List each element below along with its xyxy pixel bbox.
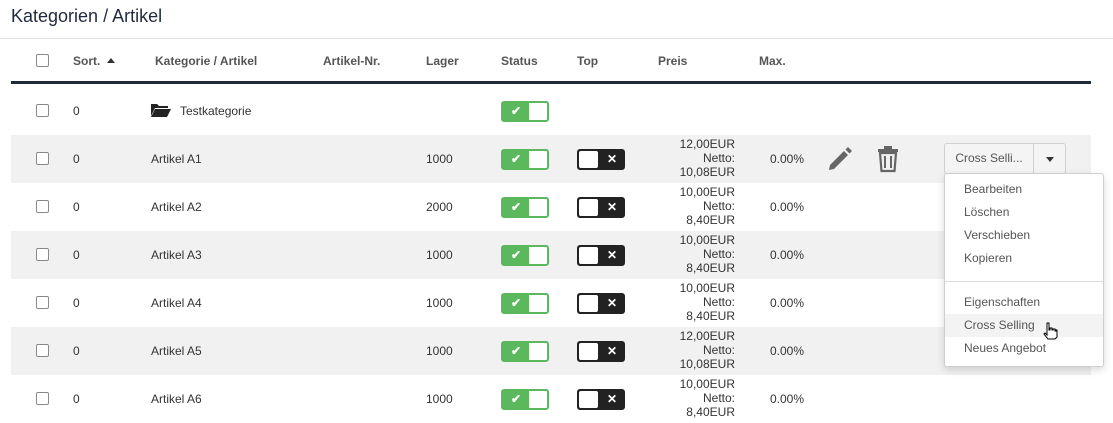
- check-icon: ✔: [503, 199, 529, 216]
- article-price: 10,00EUR Netto: 8,40EUR: [679, 377, 735, 419]
- row-sort: 0: [73, 296, 80, 310]
- article-price: 10,00EUR Netto: 8,40EUR: [679, 233, 735, 275]
- column-top: Top: [577, 54, 599, 68]
- check-icon: ✔: [503, 151, 529, 168]
- check-icon: ✔: [503, 343, 529, 360]
- row-checkbox[interactable]: [36, 344, 49, 357]
- row-checkbox[interactable]: [36, 200, 49, 213]
- menu-item-eigenschaften[interactable]: Eigenschaften: [945, 291, 1103, 314]
- check-icon: ✔: [503, 247, 529, 264]
- column-stock: Lager: [426, 54, 459, 68]
- row-sort: 0: [73, 152, 80, 166]
- row-sort: 0: [73, 248, 80, 262]
- article-name[interactable]: Artikel A1: [151, 152, 202, 166]
- article-stock: 1000: [426, 296, 453, 310]
- article-stock: 1000: [426, 344, 453, 358]
- cross-selling-button-group: Cross Selli...: [944, 143, 1067, 174]
- status-toggle[interactable]: ✔: [501, 149, 549, 170]
- table-row: 0 Artikel A4 1000 ✔ ✕ 10,00EUR Netto: 8,40…: [11, 279, 1091, 327]
- article-max: 0.00%: [770, 344, 805, 358]
- check-icon: ✔: [503, 295, 529, 312]
- article-price: 10,00EUR Netto: 8,40EUR: [679, 281, 735, 323]
- folder-open-icon: [151, 104, 171, 117]
- article-name[interactable]: Artikel A3: [151, 248, 202, 262]
- menu-item-neues-angebot[interactable]: Neues Angebot: [945, 337, 1103, 360]
- column-status: Status: [501, 54, 538, 68]
- menu-item-kopieren[interactable]: Kopieren: [945, 247, 1103, 270]
- article-stock: 1000: [426, 152, 453, 166]
- check-icon: ✔: [503, 391, 529, 408]
- category-row: 0 Testkategorie ✔: [11, 87, 1091, 135]
- check-icon: ✔: [503, 103, 529, 120]
- column-price: Preis: [658, 54, 688, 68]
- column-sort[interactable]: Sort.: [73, 54, 100, 68]
- table-row: 0 Artikel A2 2000 ✔ ✕ 10,00EUR Netto: 8,40…: [11, 183, 1091, 231]
- menu-item-bearbeiten[interactable]: Bearbeiten: [945, 178, 1103, 201]
- chevron-down-icon[interactable]: [1033, 143, 1066, 174]
- article-price: 12,00EUR Netto: 10,08EUR: [679, 137, 735, 179]
- article-price: 12,00EUR Netto: 10,08EUR: [679, 329, 735, 371]
- column-max: Max.: [759, 54, 786, 68]
- row-checkbox[interactable]: [36, 152, 49, 165]
- article-max: 0.00%: [770, 152, 805, 166]
- menu-item-loeschen[interactable]: Löschen: [945, 201, 1103, 224]
- row-checkbox[interactable]: [36, 392, 49, 405]
- article-price: 10,00EUR Netto: 8,40EUR: [679, 185, 735, 227]
- status-toggle[interactable]: ✔: [501, 293, 549, 314]
- title-divider: [0, 38, 1113, 39]
- row-checkbox[interactable]: [36, 104, 49, 117]
- menu-item-verschieben[interactable]: Verschieben: [945, 224, 1103, 247]
- row-sort: 0: [73, 392, 80, 406]
- hand-pointer-icon: [1043, 322, 1058, 340]
- table-row: 0 Artikel A5 1000 ✔ ✕ 12,00EUR Netto: 10,0…: [11, 327, 1091, 375]
- article-max: 0.00%: [770, 296, 805, 310]
- article-name[interactable]: Artikel A6: [151, 392, 202, 406]
- sort-ascending-icon[interactable]: [107, 58, 115, 63]
- row-sort: 0: [73, 200, 80, 214]
- menu-divider: [945, 281, 1103, 282]
- trash-icon[interactable]: [877, 145, 899, 173]
- row-sort: 0: [73, 344, 80, 358]
- menu-item-cross-selling[interactable]: Cross Selling: [945, 314, 1103, 337]
- article-name[interactable]: Artikel A2: [151, 200, 202, 214]
- table-row: 0 Artikel A1 1000 ✔ ✕ 12,00EUR Netto: 10,0…: [11, 135, 1091, 183]
- table-row: 0 Artikel A3 1000 ✔ ✕ 10,00EUR Netto: 8,40…: [11, 231, 1091, 279]
- row-checkbox[interactable]: [36, 248, 49, 261]
- article-stock: 1000: [426, 392, 453, 406]
- article-max: 0.00%: [770, 392, 805, 406]
- column-article-no: Artikel-Nr.: [323, 54, 381, 68]
- table-header: Sort. Kategorie / Artikel Artikel-Nr. La…: [11, 40, 1091, 84]
- cross-selling-button[interactable]: Cross Selli...: [944, 143, 1034, 174]
- pencil-icon[interactable]: [826, 145, 854, 173]
- status-toggle[interactable]: ✔: [501, 341, 549, 362]
- status-toggle[interactable]: ✔: [501, 389, 549, 410]
- row-checkbox[interactable]: [36, 296, 49, 309]
- category-name[interactable]: Testkategorie: [180, 104, 251, 118]
- article-name[interactable]: Artikel A4: [151, 296, 202, 310]
- actions-dropdown-menu: Bearbeiten Löschen Verschieben Kopieren …: [944, 173, 1104, 367]
- status-toggle[interactable]: ✔: [501, 197, 549, 218]
- article-stock: 1000: [426, 248, 453, 262]
- article-stock: 2000: [426, 200, 453, 214]
- status-toggle[interactable]: ✔: [501, 245, 549, 266]
- page-title: Kategorien / Artikel: [11, 6, 163, 26]
- article-name[interactable]: Artikel A5: [151, 344, 202, 358]
- column-name: Kategorie / Artikel: [155, 54, 258, 68]
- select-all-checkbox[interactable]: [36, 54, 49, 67]
- table-row: 0 Artikel A6 1000 ✔ ✕ 10,00EUR Netto: 8,40…: [11, 375, 1091, 423]
- article-max: 0.00%: [770, 248, 805, 262]
- status-toggle[interactable]: ✔: [501, 101, 549, 122]
- article-max: 0.00%: [770, 200, 805, 214]
- row-sort: 0: [73, 104, 80, 118]
